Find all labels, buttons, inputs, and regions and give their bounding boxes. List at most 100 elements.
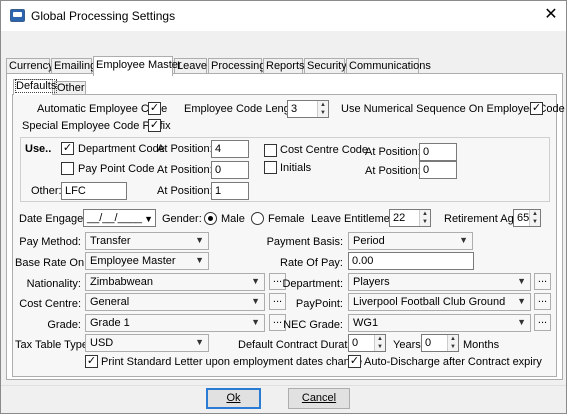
chevron-down-icon: ▼ xyxy=(517,276,526,286)
nationality-label: Nationality: xyxy=(26,278,81,290)
contract-months-spinner[interactable]: 0 ▲ ▼ xyxy=(421,334,459,352)
cost-centre-position-input[interactable]: 0 xyxy=(419,143,457,161)
department-select[interactable]: Players ▼ xyxy=(348,273,531,291)
paypoint-label: PayPoint: xyxy=(295,298,343,310)
print-letter-checkbox[interactable]: ✓ xyxy=(85,355,98,368)
paypoint-lookup-button[interactable]: ... xyxy=(534,293,551,310)
tab-reports[interactable]: Reports xyxy=(263,58,305,74)
use-label: Use.. xyxy=(25,143,52,155)
retirement-age-spinner[interactable]: 65 ▲ ▼ xyxy=(513,209,541,227)
cost-centre-select[interactable]: General ▼ xyxy=(85,293,265,311)
tab-emailing[interactable]: Emailing xyxy=(51,58,96,74)
auto-discharge-checkbox[interactable]: ✓ xyxy=(348,355,361,368)
retirement-spin-buttons[interactable]: ▲ ▼ xyxy=(529,210,540,226)
code-length-label: Employee Code Length: xyxy=(184,103,303,115)
gender-female-radio[interactable] xyxy=(251,212,264,225)
nec-grade-label: NEC Grade: xyxy=(283,319,343,331)
app-icon xyxy=(10,9,25,22)
nec-grade-lookup-button[interactable]: ... xyxy=(534,314,551,331)
auto-discharge-label: Auto-Discharge after Contract expiry xyxy=(364,356,542,368)
spin-up-icon[interactable]: ▲ xyxy=(448,335,458,343)
code-length-value: 3 xyxy=(291,103,298,115)
tab-communications[interactable]: Communications xyxy=(346,58,431,74)
pay-point-code-label: Pay Point Code xyxy=(78,163,155,175)
contract-years-spinner[interactable]: 0 ▲ ▼ xyxy=(348,334,386,352)
ok-button[interactable]: Ok xyxy=(206,388,261,409)
spin-down-icon[interactable]: ▼ xyxy=(448,343,458,351)
initials-position-input[interactable]: 0 xyxy=(419,161,457,179)
rate-of-pay-input[interactable]: 0.00 xyxy=(348,252,474,270)
cancel-button[interactable]: Cancel xyxy=(288,388,350,409)
dialog-window: Global Processing Settings ✕ Currency Em… xyxy=(0,0,567,414)
date-engaged-input[interactable]: __/__/____ ▼ xyxy=(83,209,156,227)
contract-years-value: 0 xyxy=(352,337,359,349)
spin-up-icon[interactable]: ▲ xyxy=(420,210,430,218)
window-title: Global Processing Settings xyxy=(31,9,176,23)
numerical-seq-checkbox[interactable]: ✓ xyxy=(530,102,543,115)
months-spin-buttons[interactable]: ▲ ▼ xyxy=(447,335,458,351)
gender-male-radio[interactable] xyxy=(204,212,217,225)
spin-down-icon[interactable]: ▼ xyxy=(318,109,328,117)
initials-label: Initials xyxy=(280,162,312,174)
subtab-defaults-label: Defaults xyxy=(14,79,58,93)
footer-divider xyxy=(1,385,566,386)
base-rate-select[interactable]: Employee Master ▼ xyxy=(85,252,209,270)
other-position-input[interactable]: 1 xyxy=(211,182,249,200)
nationality-select[interactable]: Zimbabwean ▼ xyxy=(85,273,265,291)
leave-spin-buttons[interactable]: ▲ ▼ xyxy=(419,210,430,226)
retirement-age-value: 65 xyxy=(517,212,530,224)
auto-code-checkbox[interactable]: ✓ xyxy=(148,102,161,115)
subtab-other[interactable]: Other xyxy=(54,81,86,95)
tab-currency[interactable]: Currency xyxy=(6,58,54,74)
nec-grade-value: WG1 xyxy=(353,317,379,329)
spin-up-icon[interactable]: ▲ xyxy=(530,210,540,218)
chevron-down-icon: ▼ xyxy=(195,337,204,347)
chevron-down-icon: ▼ xyxy=(459,235,468,245)
base-rate-label: Base Rate On: xyxy=(15,257,88,269)
spin-down-icon[interactable]: ▼ xyxy=(375,343,385,351)
dept-code-checkbox[interactable]: ✓ xyxy=(61,142,74,155)
payment-basis-select[interactable]: Period ▼ xyxy=(348,232,473,250)
spin-down-icon[interactable]: ▼ xyxy=(420,218,430,226)
spin-up-icon[interactable]: ▲ xyxy=(318,101,328,109)
pay-point-code-checkbox[interactable] xyxy=(61,162,74,175)
grade-select[interactable]: Grade 1 ▼ xyxy=(85,314,265,332)
nationality-value: Zimbabwean xyxy=(90,276,153,288)
tax-table-value: USD xyxy=(90,337,114,349)
other-input[interactable]: LFC xyxy=(61,182,127,200)
code-length-spin-buttons[interactable]: ▲ ▼ xyxy=(317,101,328,117)
cost-centre-code-checkbox[interactable] xyxy=(264,144,277,157)
pay-method-select[interactable]: Transfer ▼ xyxy=(85,232,209,250)
pay-point-position-input[interactable]: 0 xyxy=(211,161,249,179)
tax-table-select[interactable]: USD ▼ xyxy=(85,334,209,352)
subtab-defaults[interactable]: Defaults xyxy=(13,79,58,95)
close-icon[interactable]: ✕ xyxy=(536,1,566,31)
tab-security[interactable]: Security xyxy=(304,58,347,74)
calendar-dropdown-icon[interactable]: ▼ xyxy=(144,212,153,226)
code-length-spinner[interactable]: 3 ▲ ▼ xyxy=(287,100,329,118)
tab-employee-master[interactable]: Employee Master xyxy=(93,56,182,76)
cost-centre-code-label: Cost Centre Code xyxy=(280,144,369,156)
dept-code-position-input[interactable]: 4 xyxy=(211,140,249,158)
grade-label: Grade: xyxy=(47,319,81,331)
spin-up-icon[interactable]: ▲ xyxy=(375,335,385,343)
dept-code-position-label: At Position: xyxy=(157,143,213,155)
months-label: Months xyxy=(463,339,500,351)
chevron-down-icon: ▼ xyxy=(517,296,526,306)
tab-processing[interactable]: Processing xyxy=(208,58,265,74)
paypoint-select[interactable]: Liverpool Football Club Ground ▼ xyxy=(348,293,531,311)
chevron-down-icon: ▼ xyxy=(517,317,526,327)
spin-down-icon[interactable]: ▼ xyxy=(530,218,540,226)
department-value: Players xyxy=(353,276,390,288)
special-prefix-checkbox[interactable]: ✓ xyxy=(148,119,161,132)
payment-basis-value: Period xyxy=(353,235,385,247)
dept-code-label: Department Code xyxy=(78,143,165,155)
pay-method-value: Transfer xyxy=(90,235,131,247)
base-rate-value: Employee Master xyxy=(90,255,176,267)
department-lookup-button[interactable]: ... xyxy=(534,273,551,290)
years-spin-buttons[interactable]: ▲ ▼ xyxy=(374,335,385,351)
chevron-down-icon: ▼ xyxy=(195,255,204,265)
initials-checkbox[interactable] xyxy=(264,161,277,174)
nec-grade-select[interactable]: WG1 ▼ xyxy=(348,314,531,332)
leave-entitlement-spinner[interactable]: 22 ▲ ▼ xyxy=(389,209,431,227)
